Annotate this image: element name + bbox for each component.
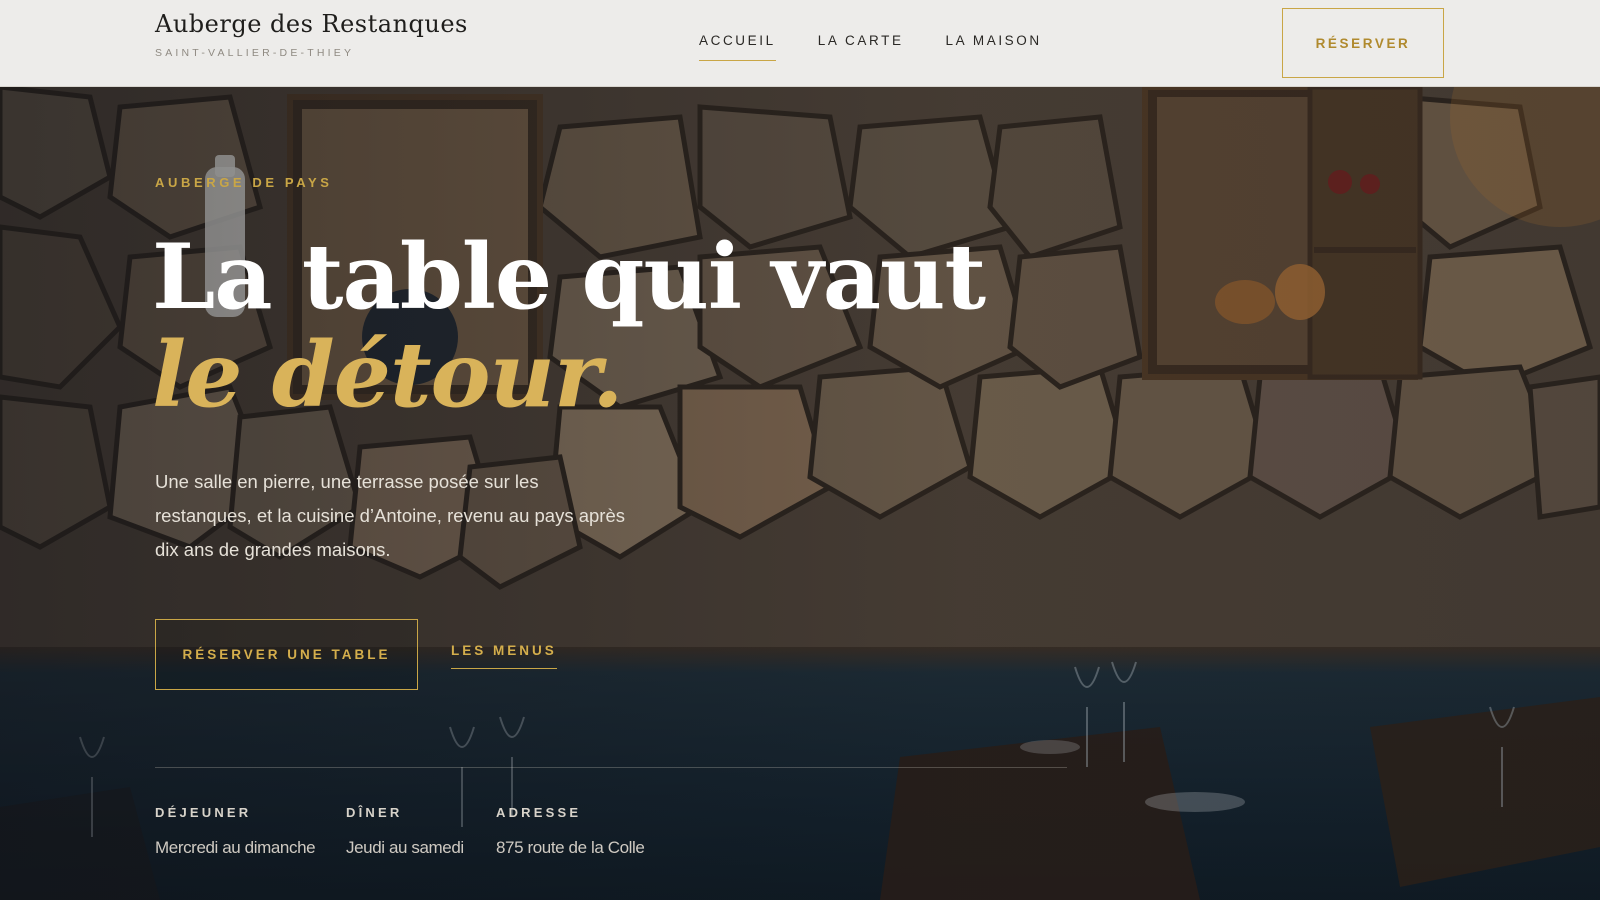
info-lunch: DÉJEUNER Mercredi au dimanche — [155, 805, 316, 858]
nav-item-accueil[interactable]: ACCUEIL — [699, 33, 776, 61]
info-address-value: 875 route de la Colle — [496, 838, 645, 857]
site-header: Auberge des Restanques SAINT-VALLIER-DE-… — [0, 0, 1600, 87]
brand[interactable]: Auberge des Restanques SAINT-VALLIER-DE-… — [155, 10, 468, 59]
hero-description: Une salle en pierre, une terrasse posée … — [155, 471, 625, 560]
brand-name[interactable]: Auberge des Restanques — [155, 10, 468, 38]
info-dinner: DÎNER Jeudi au samedi — [346, 805, 464, 858]
info-dinner-value: Jeudi au samedi — [346, 838, 464, 857]
menus-link[interactable]: LES MENUS — [451, 643, 557, 669]
nav-item-la-maison[interactable]: LA MAISON — [946, 33, 1042, 61]
hero-headline: La table qui vaut le détour. — [152, 224, 986, 428]
info-address-title: ADRESSE — [496, 805, 582, 820]
hero: AUBERGE DE PAYS La table qui vaut le dét… — [0, 87, 1600, 900]
info-address: ADRESSE 875 route de la Colle — [496, 805, 645, 858]
hero-eyebrow: AUBERGE DE PAYS — [155, 175, 333, 190]
reserve-button[interactable]: RÉSERVER — [1282, 8, 1444, 78]
info-divider — [155, 767, 1067, 768]
reserve-table-button[interactable]: RÉSERVER UNE TABLE — [155, 619, 418, 690]
info-dinner-title: DÎNER — [346, 805, 403, 820]
info-lunch-value: Mercredi au dimanche — [155, 838, 316, 857]
nav-item-la-carte[interactable]: LA CARTE — [818, 33, 904, 61]
brand-location: SAINT-VALLIER-DE-THIEY — [155, 47, 355, 59]
headline-line-2: le détour. — [152, 322, 624, 428]
headline-line-1: La table qui vaut — [152, 224, 986, 330]
main-nav: ACCUEIL LA CARTE LA MAISON — [699, 33, 1042, 61]
info-lunch-title: DÉJEUNER — [155, 805, 252, 820]
